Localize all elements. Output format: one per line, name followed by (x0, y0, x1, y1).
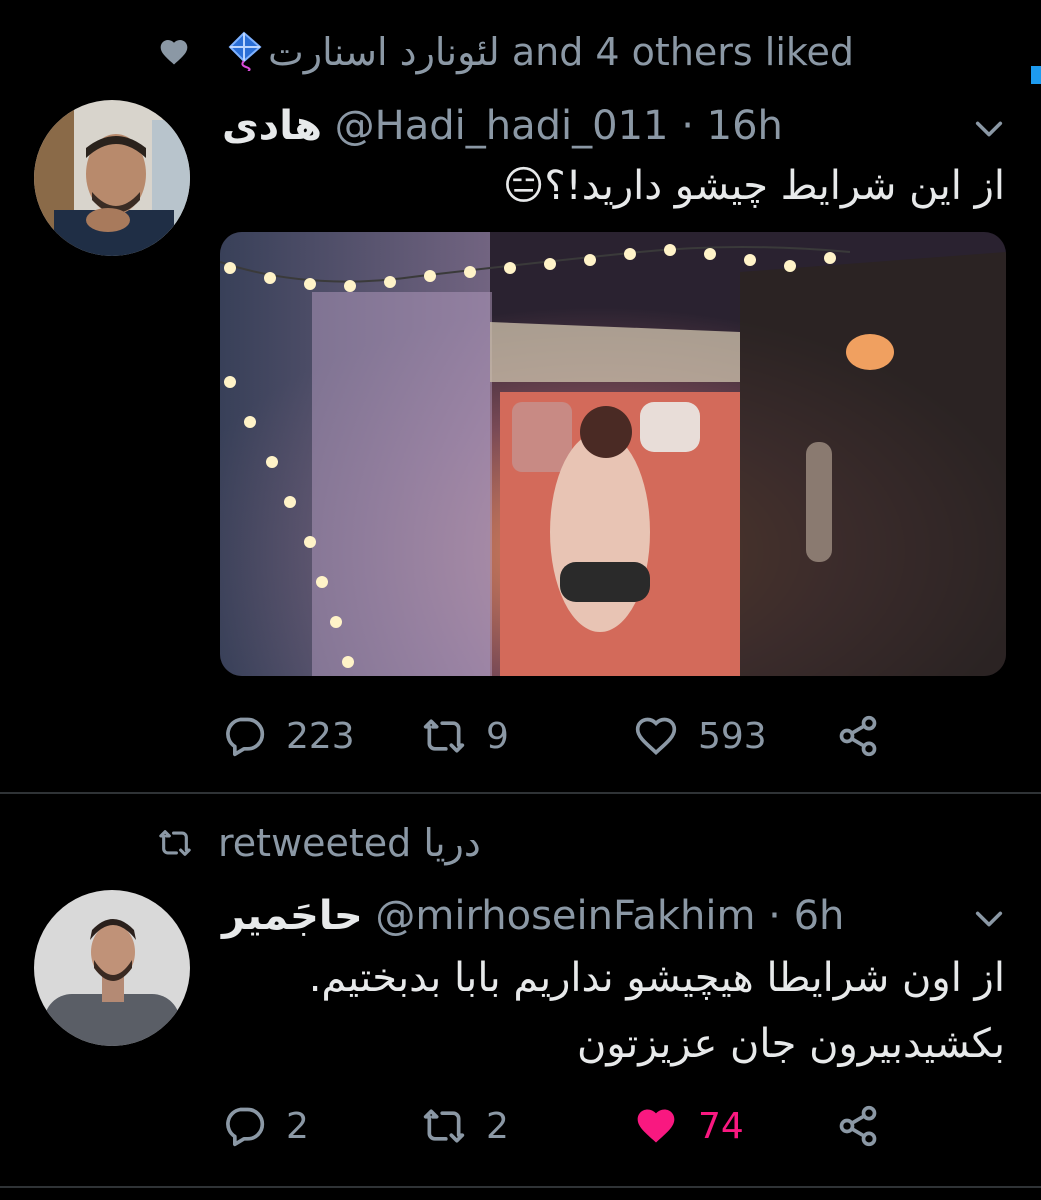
reply-count: 2 (286, 1105, 309, 1147)
chevron-down-icon[interactable] (972, 902, 1006, 936)
heart-icon (637, 1109, 675, 1143)
handle[interactable]: @Hadi_hadi_011 (335, 103, 669, 149)
heart-icon (160, 40, 188, 65)
heart-icon (635, 717, 677, 756)
retweet-icon (423, 719, 465, 753)
retweet-label: retweeted (218, 821, 412, 865)
chevron-down-icon[interactable] (972, 112, 1006, 146)
tweet-text-line-1: از اون شرایطا هیچیشو نداریم بابا بدبختیم… (308, 955, 1005, 1001)
separator-dot: · (768, 893, 781, 939)
timestamp[interactable]: 16h (707, 103, 783, 149)
tweet-header: هادی @Hadi_hadi_011 · 16h (222, 100, 783, 152)
like-button[interactable]: 593 (634, 714, 767, 758)
tweet-image[interactable] (220, 232, 1006, 676)
tweet-actions: 223 9 593 (222, 706, 1002, 766)
like-count: 74 (698, 1105, 744, 1147)
retweet-button[interactable]: 9 (422, 714, 509, 758)
retweet-context: retweeted دریا (158, 818, 481, 868)
kite-icon (228, 31, 262, 71)
timestamp[interactable]: 6h (794, 893, 845, 939)
share-icon (839, 715, 877, 757)
divider (0, 1186, 1041, 1188)
tweet-text-line-2: بکشیدبیرون جان عزیزتون (577, 1021, 1005, 1067)
display-name[interactable]: حاجَمیر (222, 893, 363, 939)
tweet-actions: 2 2 74 (222, 1096, 1002, 1156)
handle[interactable]: @mirhoseinFakhim (375, 893, 755, 939)
display-name[interactable]: هادی (222, 103, 322, 149)
share-icon (839, 1105, 877, 1147)
like-count: 593 (698, 715, 767, 757)
divider (0, 792, 1041, 794)
retweet-count: 9 (486, 715, 509, 757)
reply-button[interactable]: 2 (222, 1104, 309, 1148)
retweet-icon (423, 1109, 465, 1143)
avatar[interactable] (34, 890, 190, 1046)
liked-context-text[interactable]: لئونارد اسنارت and 4 others liked (224, 28, 854, 76)
liked-suffix: and 4 others liked (511, 30, 855, 74)
retweet-count: 2 (486, 1105, 509, 1147)
retweet-icon (159, 830, 191, 856)
avatar[interactable] (34, 100, 190, 256)
reply-icon (226, 717, 265, 757)
retweet-button[interactable]: 2 (422, 1104, 509, 1148)
separator-dot: · (681, 103, 694, 149)
retweeter-name[interactable]: دریا (423, 821, 480, 865)
unread-indicator (1031, 66, 1041, 84)
share-button[interactable] (836, 1104, 900, 1148)
reply-count: 223 (286, 715, 355, 757)
share-button[interactable] (836, 714, 900, 758)
like-button[interactable]: 74 (634, 1104, 744, 1148)
reply-button[interactable]: 223 (222, 714, 355, 758)
tweet-text: از این شرایط چیشو دارید!؟😑 (502, 163, 1005, 209)
tweet-header: حاجَمیر @mirhoseinFakhim · 6h (222, 890, 844, 942)
reply-icon (226, 1107, 265, 1147)
liker-name[interactable]: لئونارد اسنارت (268, 30, 500, 74)
